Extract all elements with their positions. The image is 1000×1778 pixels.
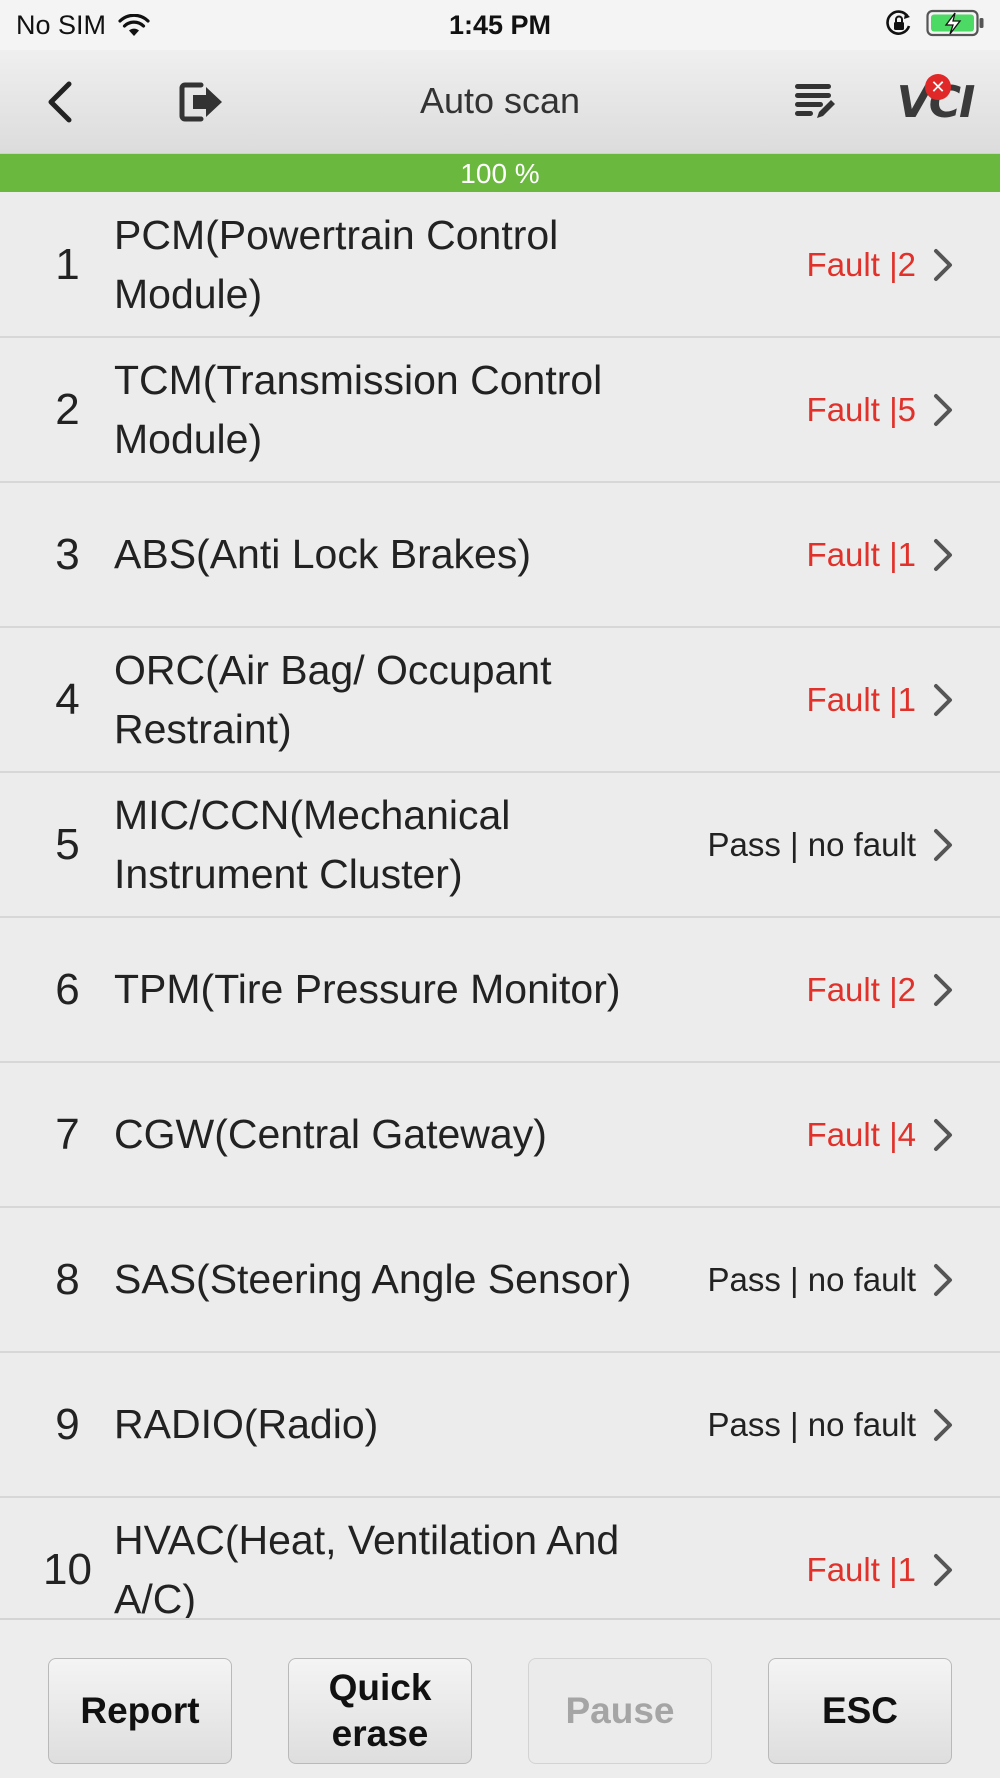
status-bar: No SIM 1:45 PM [0,0,1000,50]
rotation-lock-icon [886,10,911,35]
module-row[interactable]: 2 TCM(Transmission Control Module) Fault |… [0,338,1000,483]
module-status: Fault |1 [806,535,916,573]
module-row[interactable]: 1 PCM(Powertrain Control Module) Fault |2 [0,193,1000,338]
module-number: 7 [55,1109,80,1159]
progress-label: 100 % [460,158,540,189]
module-number: 9 [55,1399,80,1449]
chevron-right-icon [934,829,952,861]
module-row[interactable]: 7 CGW(Central Gateway) Fault |4 [0,1063,1000,1208]
module-row[interactable]: 6 TPM(Tire Pressure Monitor) Fault |2 [0,918,1000,1063]
chevron-left-icon [48,81,72,123]
module-number: 8 [55,1254,80,1304]
module-name: ORC(Air Bag/ Occupant Restraint) [114,646,552,752]
module-number: 10 [43,1544,92,1594]
module-name: ABS(Anti Lock Brakes) [114,531,531,577]
chevron-right-icon [934,1264,952,1296]
module-list: 1 PCM(Powertrain Control Module) Fault |2 2… [0,193,1000,1618]
report-button[interactable]: Report [48,1658,232,1764]
module-status: Fault |1 [806,680,916,718]
module-row[interactable]: 9 RADIO(Radio) Pass | no fault [0,1353,1000,1498]
module-row[interactable]: 3 ABS(Anti Lock Brakes) Fault |1 [0,483,1000,628]
module-status: Pass | no fault [707,1260,916,1298]
navigation-bar: Auto scan VCI ✕ [0,50,1000,154]
edit-list-icon [795,84,835,118]
module-name: TCM(Transmission Control Module) [114,356,603,462]
module-status: Fault |1 [806,1550,916,1588]
chevron-right-icon [934,974,952,1006]
quick-erase-button[interactable]: Quick erase [288,1658,472,1764]
module-status: Fault |2 [806,245,916,283]
chevron-right-icon [934,1119,952,1151]
back-button[interactable] [30,50,90,154]
module-status: Fault |4 [806,1115,916,1153]
module-name: TPM(Tire Pressure Monitor) [114,966,621,1012]
module-status: Pass | no fault [707,825,916,863]
module-number: 5 [55,819,80,869]
module-name: HVAC(Heat, Ventilation And A/C) [114,1516,620,1619]
vci-disconnected-badge: ✕ [925,74,951,100]
module-status: Fault |5 [806,390,916,428]
report-edit-button[interactable] [785,50,845,154]
page-title: Auto scan [419,80,581,121]
status-right-group [884,8,986,38]
chevron-right-icon [934,684,952,716]
module-row[interactable]: 8 SAS(Steering Angle Sensor) Pass | no fau… [0,1208,1000,1353]
module-number: 1 [55,239,80,289]
module-row[interactable]: 4 ORC(Air Bag/ Occupant Restraint) Fault |… [0,628,1000,773]
bottom-toolbar: Report Quick erase Pause ESC [0,1618,1000,1778]
chevron-right-icon [934,1554,952,1586]
module-name: MIC/CCN(Mechanical Instrument Cluster) [114,791,511,897]
chevron-right-icon [934,249,952,281]
module-status: Pass | no fault [707,1405,916,1443]
module-number: 6 [55,964,80,1014]
module-name: SAS(Steering Angle Sensor) [114,1256,632,1302]
module-name: CGW(Central Gateway) [114,1111,547,1157]
battery-icon [926,9,984,37]
chevron-right-icon [934,1409,952,1441]
chevron-right-icon [934,539,952,571]
module-status: Fault |2 [806,970,916,1008]
module-number: 3 [55,529,80,579]
chevron-right-icon [934,394,952,426]
module-row[interactable]: 10 HVAC(Heat, Ventilation And A/C) Fault |… [0,1498,1000,1618]
module-row[interactable]: 5 MIC/CCN(Mechanical Instrument Cluster) P… [0,773,1000,918]
vci-button[interactable]: VCI ✕ [885,50,985,154]
module-number: 4 [55,674,80,724]
exit-button[interactable] [170,50,234,154]
module-name: PCM(Powertrain Control Module) [114,211,559,317]
exit-icon [179,82,222,122]
clock: 1:45 PM [448,10,552,40]
module-number: 2 [55,384,80,434]
module-name: RADIO(Radio) [114,1401,379,1447]
pause-button: Pause [528,1658,712,1764]
esc-button[interactable]: ESC [768,1658,952,1764]
scan-progress-bar: 100 % [0,154,1000,192]
